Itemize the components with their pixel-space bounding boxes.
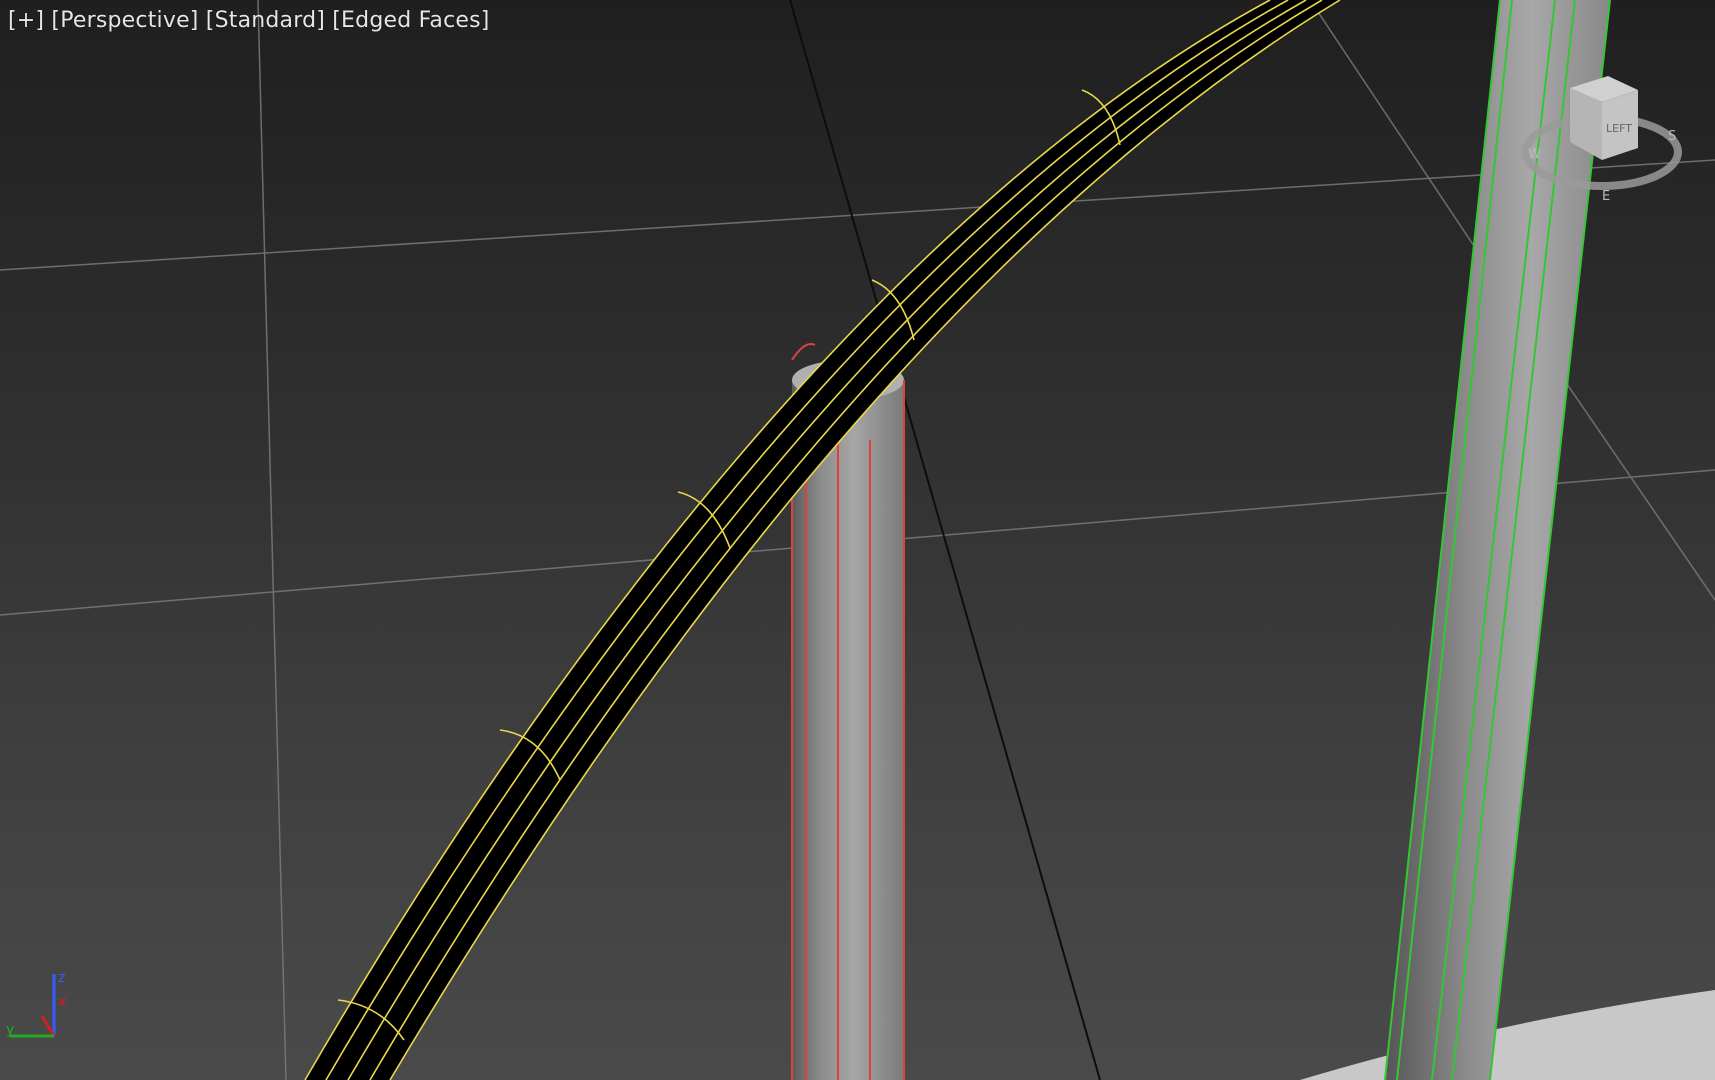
- viewport-shading-menu[interactable]: [Standard]: [206, 8, 325, 33]
- viewport-label-menu: [+] [Perspective] [Standard] [Edged Face…: [8, 8, 490, 33]
- viewport-view-menu[interactable]: [Perspective]: [51, 8, 198, 33]
- viewport-display-menu[interactable]: [Edged Faces]: [332, 8, 489, 33]
- ground-surface[interactable]: [1300, 990, 1715, 1080]
- viewcube-face-label: LEFT: [1606, 122, 1632, 135]
- viewcube-compass-s[interactable]: S: [1668, 129, 1676, 144]
- axis-z-label: z: [58, 970, 65, 986]
- viewport-general-menu[interactable]: [+]: [8, 8, 44, 33]
- axis-x-label: x: [58, 994, 66, 1010]
- axis-tripod-icon: z x y: [6, 970, 66, 1038]
- viewcube-compass-e[interactable]: E: [1602, 189, 1610, 204]
- viewcube-compass-w[interactable]: W: [1528, 147, 1541, 162]
- scene-canvas[interactable]: [0, 0, 1715, 1080]
- axis-y-label: y: [6, 1022, 14, 1038]
- viewcube-icon[interactable]: LEFT S W E: [1510, 70, 1685, 220]
- perspective-viewport[interactable]: [+] [Perspective] [Standard] [Edged Face…: [0, 0, 1715, 1080]
